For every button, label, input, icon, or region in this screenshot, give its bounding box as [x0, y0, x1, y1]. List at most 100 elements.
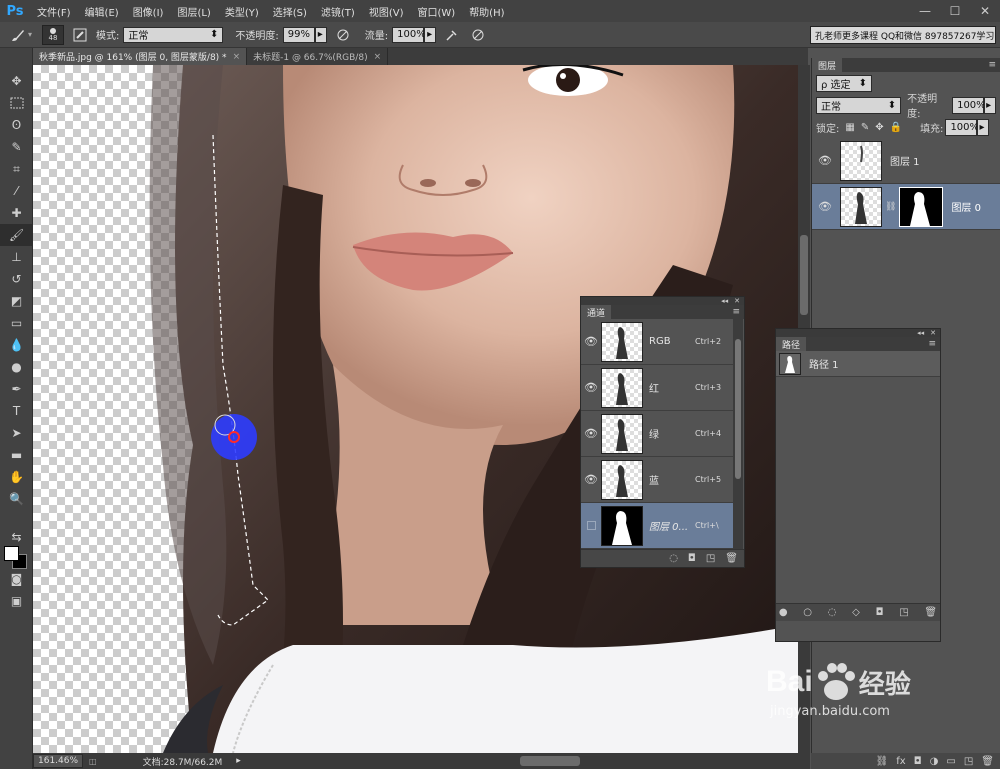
path-select-tool-icon[interactable]: ➤ [0, 422, 33, 444]
mask-link-icon[interactable]: ⛓ [885, 202, 896, 212]
eye-icon[interactable]: 👁 [581, 381, 601, 394]
menu-window[interactable]: 窗口(W) [410, 4, 462, 19]
history-brush-tool-icon[interactable]: ↺ [0, 268, 33, 290]
tab-close-icon[interactable]: × [233, 52, 241, 62]
menu-view[interactable]: 视图(V) [362, 4, 411, 19]
blend-mode-select[interactable]: 正常 ⬍ [816, 96, 902, 114]
panel-menu-icon[interactable]: ≡ [988, 60, 996, 70]
channel-row-layer-mask[interactable]: 图层 0... Ctrl+\ [581, 503, 733, 549]
flow-input[interactable]: 100% [392, 26, 426, 43]
layer-row-1[interactable]: 👁 图层 1 [812, 138, 1000, 184]
lock-transparent-icon[interactable]: ▦ [845, 122, 854, 133]
dodge-tool-icon[interactable]: ● [0, 356, 33, 378]
brush-size-picker[interactable]: 48 [42, 24, 65, 45]
eraser-tool-icon[interactable]: ◩ [0, 290, 33, 312]
tool-preset-chevron-icon[interactable]: ▾ [28, 30, 32, 39]
move-tool-icon[interactable]: ✥ [0, 70, 33, 92]
new-layer-icon[interactable]: ◳ [964, 756, 973, 767]
channels-scrollbar[interactable] [733, 319, 743, 549]
quick-select-tool-icon[interactable]: ✎ [0, 136, 33, 158]
channel-row-red[interactable]: 👁 红 Ctrl+3 [581, 365, 733, 411]
canvas-horizontal-scrollbar[interactable] [520, 756, 580, 766]
eye-icon[interactable]: 👁 [812, 154, 838, 167]
eyedropper-tool-icon[interactable]: ⁄ [0, 180, 33, 202]
channel-row-green[interactable]: 👁 绿 Ctrl+4 [581, 411, 733, 457]
type-tool-icon[interactable]: T [0, 400, 33, 422]
brush-panel-icon[interactable] [70, 25, 90, 45]
export-icon[interactable]: ◫ [89, 757, 97, 766]
eye-icon[interactable]: 👁 [812, 200, 838, 213]
pressure-opacity-icon[interactable] [333, 25, 353, 45]
menu-image[interactable]: 图像(I) [126, 4, 171, 19]
fill-path-icon[interactable]: ● [779, 607, 788, 618]
panel-menu-icon[interactable]: ≡ [732, 307, 740, 317]
menu-help[interactable]: 帮助(H) [462, 4, 511, 19]
make-work-path-icon[interactable]: ◇ [852, 607, 860, 618]
menu-filter[interactable]: 滤镜(T) [314, 4, 362, 19]
fill-input[interactable]: 100% [945, 118, 979, 136]
path-row[interactable]: 路径 1 [776, 351, 940, 377]
zoom-level[interactable]: 161.46% [33, 754, 84, 768]
layer-opacity-input[interactable]: 100% [952, 96, 986, 114]
brush-tool-icon[interactable] [8, 25, 28, 45]
trash-icon[interactable]: 🗑 [924, 607, 937, 618]
tab-document-1[interactable]: 秋季新品.jpg @ 161% (图层 0, 图层蒙版/8) * × [33, 48, 248, 65]
load-selection-icon[interactable]: ◌ [669, 553, 678, 564]
workspace-switcher[interactable]: 孔老师更多课程 QQ和微信 897857267学习 [810, 26, 996, 44]
menu-file[interactable]: 文件(F) [30, 4, 78, 19]
menu-select[interactable]: 选择(S) [266, 4, 314, 19]
eye-icon[interactable]: 👁 [581, 335, 601, 348]
visibility-box-icon[interactable] [581, 521, 601, 530]
quick-mask-icon[interactable]: ◙ [0, 568, 33, 590]
close-icon[interactable]: ✕ [734, 297, 740, 305]
trash-icon[interactable]: 🗑 [981, 756, 994, 767]
airbrush-icon[interactable] [442, 25, 462, 45]
close-button[interactable]: ✕ [970, 0, 1000, 22]
layer-name[interactable]: 图层 0 [951, 199, 981, 214]
zoom-tool-icon[interactable]: 🔍 [0, 488, 33, 510]
hand-tool-icon[interactable]: ✋ [0, 466, 33, 488]
tab-paths[interactable]: 路径 [776, 337, 807, 351]
rectangle-tool-icon[interactable]: ▬ [0, 444, 33, 466]
layer-opacity-dropdown[interactable]: ▸ [984, 96, 996, 114]
swap-colors-icon[interactable]: ⇆ [0, 526, 33, 548]
crop-tool-icon[interactable]: ⌗ [0, 158, 33, 180]
clone-stamp-tool-icon[interactable]: ⊥ [0, 246, 33, 268]
opacity-dropdown[interactable]: ▸ [314, 26, 327, 43]
menu-edit[interactable]: 编辑(E) [78, 4, 126, 19]
pressure-size-icon[interactable] [468, 25, 488, 45]
gradient-tool-icon[interactable]: ▭ [0, 312, 33, 334]
foreground-color-swatch[interactable] [4, 546, 19, 561]
channels-panel-titlebar[interactable]: ◂◂ ✕ [581, 297, 744, 305]
healing-brush-tool-icon[interactable]: ✚ [0, 202, 33, 224]
collapse-icon[interactable]: ◂◂ [917, 329, 924, 337]
menu-layer[interactable]: 图层(L) [170, 4, 217, 19]
lock-image-icon[interactable]: ✎ [861, 122, 869, 133]
panel-menu-icon[interactable]: ≡ [928, 339, 936, 349]
close-icon[interactable]: ✕ [930, 329, 936, 337]
screen-mode-icon[interactable]: ▣ [0, 590, 33, 612]
tab-document-2[interactable]: 未标题-1 @ 66.7%(RGB/8) × [247, 48, 389, 65]
layer-filter-select[interactable]: ρ 选定 ⬍ [816, 74, 872, 92]
pen-tool-icon[interactable]: ✒ [0, 378, 33, 400]
tab-layers[interactable]: 图层 [812, 58, 843, 72]
blur-tool-icon[interactable]: 💧 [0, 334, 33, 356]
stroke-path-icon[interactable]: ○ [803, 607, 812, 618]
fill-dropdown[interactable]: ▸ [977, 118, 990, 136]
opacity-input[interactable]: 99% [282, 26, 315, 43]
brush-tool-icon[interactable]: 🖌 [0, 224, 33, 246]
paths-panel-titlebar[interactable]: ◂◂ ✕ [776, 329, 940, 337]
layer-name[interactable]: 图层 1 [890, 153, 920, 168]
lasso-tool-icon[interactable]: ʘ [0, 114, 33, 136]
channel-row-rgb[interactable]: 👁 RGB Ctrl+2 [581, 319, 733, 365]
save-selection-icon[interactable]: ◘ [688, 553, 696, 564]
minimize-button[interactable]: — [910, 0, 940, 22]
mode-select[interactable]: 正常 ⬍ [123, 26, 224, 43]
scrollbar-thumb[interactable] [735, 339, 741, 479]
new-channel-icon[interactable]: ◳ [706, 553, 715, 564]
marquee-tool-icon[interactable] [0, 92, 33, 114]
layer-row-0[interactable]: 👁 ⛓ 图层 0 [812, 184, 1000, 230]
trash-icon[interactable]: 🗑 [725, 553, 738, 564]
tab-channels[interactable]: 通道 [581, 305, 612, 319]
flow-dropdown[interactable]: ▸ [424, 26, 437, 43]
